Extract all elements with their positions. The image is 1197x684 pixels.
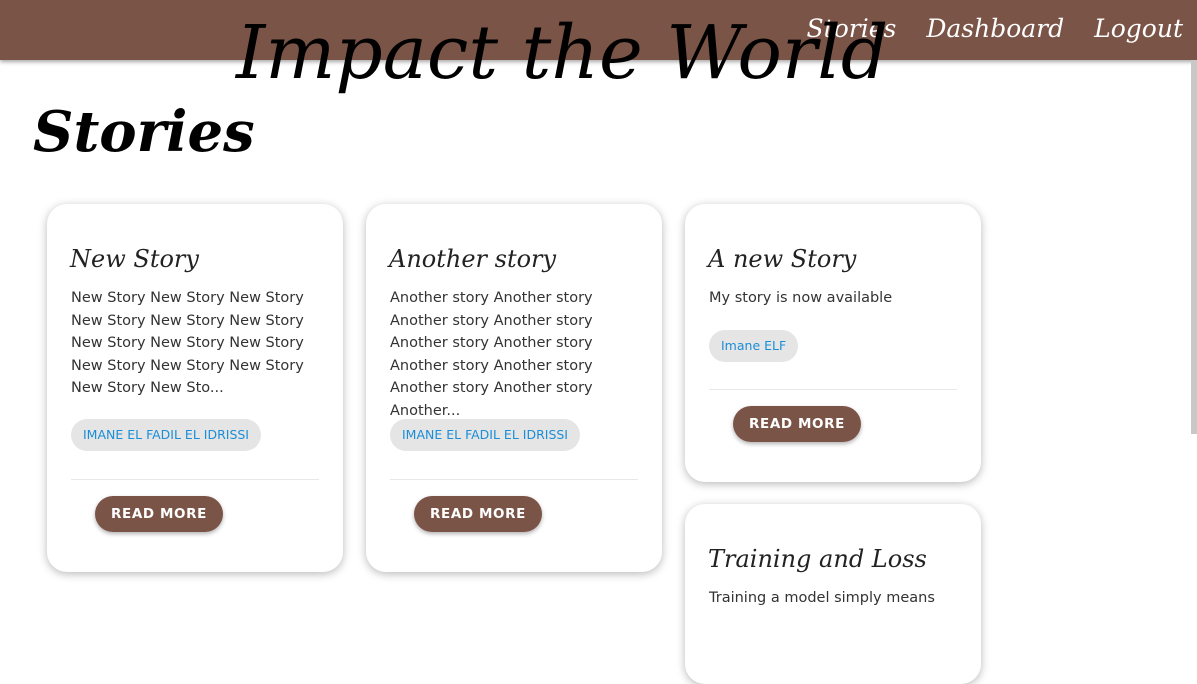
author-chip[interactable]: IMANE EL FADIL EL IDRISSI (390, 419, 580, 451)
read-more-button[interactable]: READ MORE (414, 496, 542, 532)
story-title: A new Story (708, 245, 857, 273)
story-title: Another story (389, 245, 557, 273)
nav-link-logout[interactable]: Logout (1094, 14, 1183, 44)
story-title: Training and Loss (708, 545, 927, 573)
story-excerpt: My story is now available (709, 290, 893, 306)
story-card: Training and Loss Training a model simpl… (685, 504, 981, 684)
story-excerpt: Another story Another story Another stor… (390, 290, 593, 419)
card-divider (71, 479, 319, 480)
story-title: New Story (70, 245, 199, 273)
vertical-scrollbar[interactable] (1191, 60, 1197, 434)
card-divider (709, 389, 957, 390)
read-more-button[interactable]: READ MORE (733, 406, 861, 442)
story-card: New Story New Story New Story New Story … (47, 204, 343, 572)
author-chip[interactable]: Imane ELF (709, 330, 799, 362)
page-title: Stories (33, 99, 255, 165)
story-card: A new Story My story is now available Im… (685, 204, 981, 482)
nav-link-dashboard[interactable]: Dashboard (926, 14, 1064, 44)
brand-title: Impact the World (236, 10, 889, 96)
card-divider (390, 479, 638, 480)
story-excerpt: Training a model simply means (709, 590, 935, 606)
story-card: Another story Another story Another stor… (366, 204, 662, 572)
read-more-button[interactable]: READ MORE (95, 496, 223, 532)
author-chip[interactable]: IMANE EL FADIL EL IDRISSI (71, 419, 261, 451)
story-excerpt: New Story New Story New Story New Story … (71, 290, 304, 397)
